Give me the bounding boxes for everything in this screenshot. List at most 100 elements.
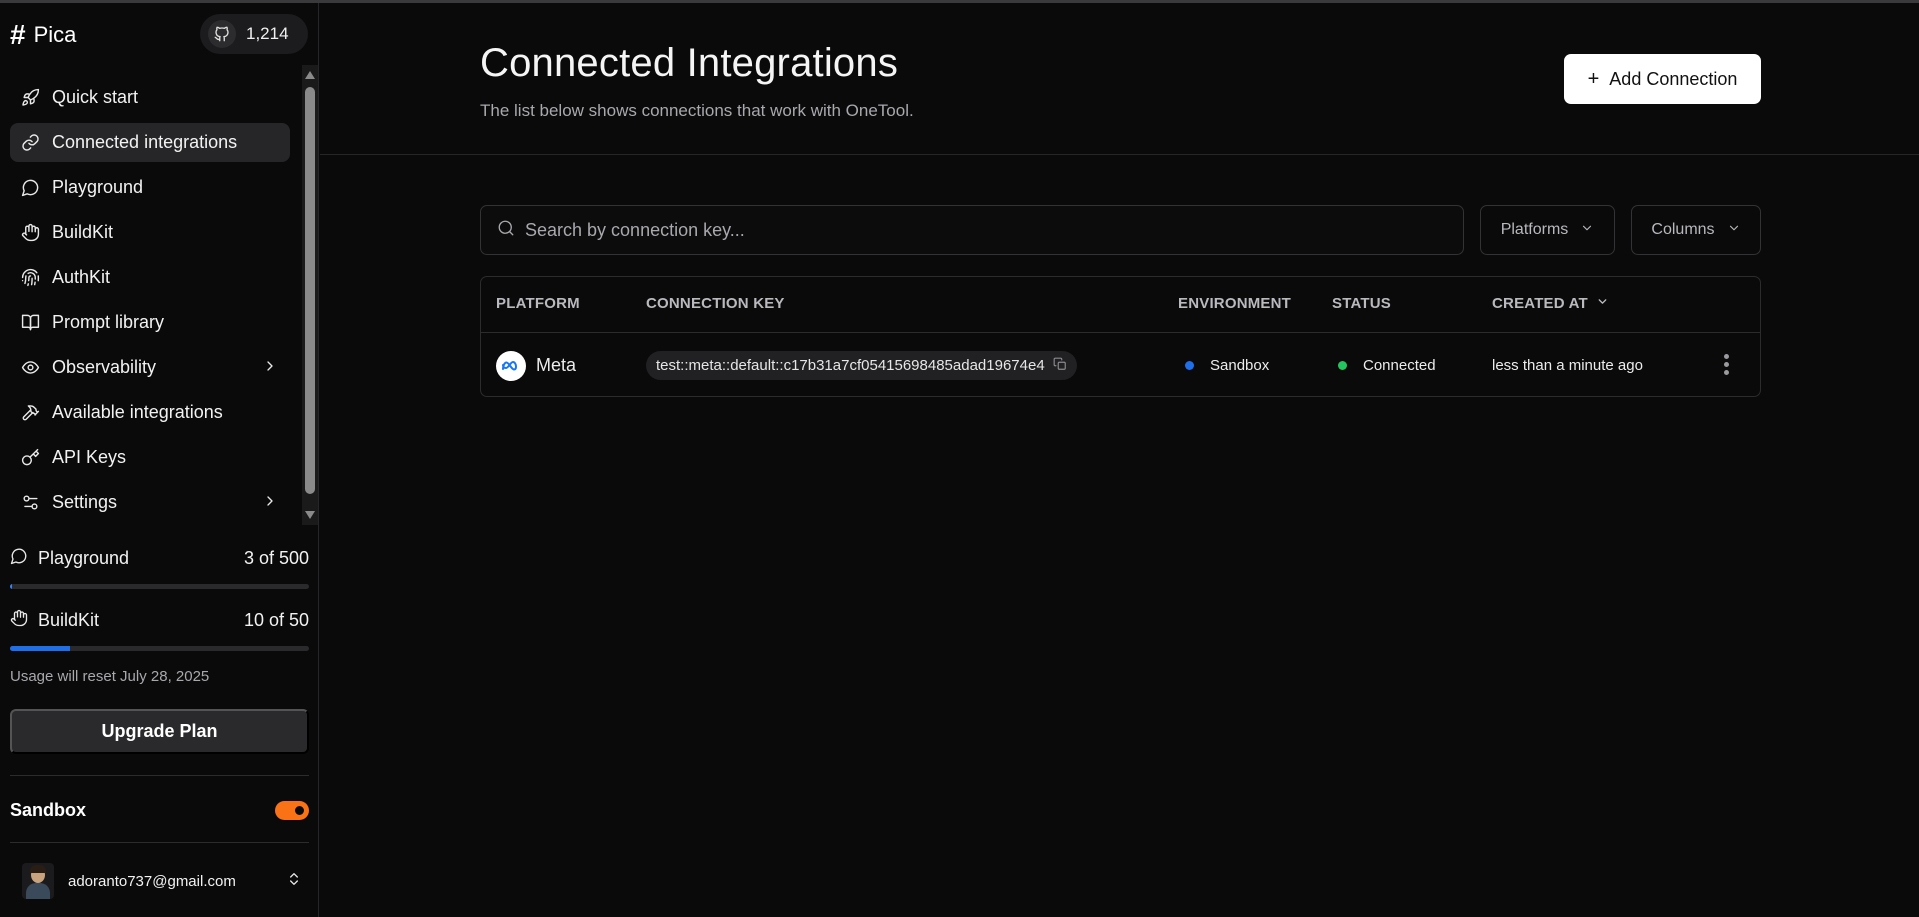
row-actions-kebab-icon[interactable] <box>1724 354 1730 375</box>
connection-key-pill[interactable]: test::meta::default::c17b31a7cf054156984… <box>646 351 1077 380</box>
tools-icon <box>20 403 40 423</box>
sidebar-item-api-keys[interactable]: API Keys <box>10 438 290 477</box>
platforms-filter-dropdown[interactable]: Platforms <box>1480 205 1615 255</box>
rocket-icon <box>20 88 40 108</box>
hand-icon <box>20 223 40 243</box>
sidebar: # Pica 1,214 Quick start Connected integ… <box>0 3 319 917</box>
search-input[interactable] <box>525 219 1425 241</box>
status-dot <box>1338 361 1347 370</box>
copy-icon[interactable] <box>1053 357 1067 375</box>
sidebar-item-label: AuthKit <box>52 267 111 287</box>
chevron-down-icon <box>1727 221 1741 240</box>
table-header: PLATFORM CONNECTION KEY ENVIRONMENT STAT… <box>481 277 1760 333</box>
environment-value: Sandbox <box>1210 357 1270 374</box>
status-value: Connected <box>1363 357 1436 374</box>
github-star-count: 1,214 <box>246 24 289 43</box>
sidebar-item-available-integrations[interactable]: Available integrations <box>10 393 290 432</box>
plus-icon: + <box>1587 68 1600 90</box>
created-at-label: CREATED AT <box>1492 295 1588 312</box>
book-open-icon <box>20 313 40 333</box>
table-row[interactable]: Meta test::meta::default::c17b31a7cf0541… <box>481 334 1760 396</box>
search-icon <box>497 219 515 242</box>
chevron-down-icon <box>1580 221 1594 240</box>
pica-logo-icon: # <box>10 19 26 50</box>
status-cell: Connected <box>1338 334 1436 396</box>
sidebar-item-label: Quick start <box>52 87 139 107</box>
sidebar-item-label: Observability <box>52 357 157 377</box>
platform-cell: Meta <box>496 334 577 396</box>
columns-filter-label: Columns <box>1651 221 1715 238</box>
sidebar-item-settings[interactable]: Settings <box>10 483 290 520</box>
scroll-down-arrow-icon[interactable] <box>305 511 315 519</box>
platform-name: Meta <box>536 355 577 375</box>
scroll-up-arrow-icon[interactable] <box>305 71 315 79</box>
sidebar-item-label: Playground <box>52 177 144 197</box>
scrollbar-thumb[interactable] <box>305 87 315 494</box>
chevron-up-down-icon <box>286 871 302 892</box>
sliders-icon <box>20 493 40 513</box>
environment-cell: Sandbox <box>1185 334 1270 396</box>
column-header-connection-key[interactable]: CONNECTION KEY <box>646 295 785 312</box>
sandbox-toggle-row: Sandbox <box>10 800 309 821</box>
sort-chevron-down-icon <box>1596 295 1609 312</box>
add-connection-button[interactable]: + Add Connection <box>1564 54 1761 104</box>
connection-key-text: test::meta::default::c17b31a7cf054156984… <box>656 357 1045 374</box>
github-stars-button[interactable]: 1,214 <box>200 14 308 54</box>
link-icon <box>20 133 40 153</box>
usage-progress-bar <box>10 646 309 651</box>
created-at-cell: less than a minute ago <box>1492 334 1643 396</box>
key-icon <box>20 448 40 468</box>
sidebar-item-label: Settings <box>52 492 118 512</box>
sidebar-item-label: Connected integrations <box>52 132 238 152</box>
page-title: Connected Integrations <box>480 41 899 85</box>
sidebar-item-label: API Keys <box>52 447 127 467</box>
meta-logo-icon <box>496 350 526 381</box>
column-header-status[interactable]: STATUS <box>1332 295 1391 312</box>
brand-name: Pica <box>33 22 77 47</box>
chevron-right-icon <box>262 493 278 514</box>
eye-icon <box>20 358 40 378</box>
user-email: adoranto737@gmail.com <box>68 872 236 890</box>
sidebar-item-label: Available integrations <box>52 402 223 422</box>
sidebar-item-observability[interactable]: Observability <box>10 348 290 387</box>
hand-icon <box>10 609 28 632</box>
main-content: Connected Integrations The list below sh… <box>320 3 1919 917</box>
github-icon <box>208 20 236 48</box>
sidebar-item-playground[interactable]: Playground <box>10 168 290 207</box>
platforms-filter-label: Platforms <box>1500 221 1569 238</box>
usage-progress-bar <box>10 584 309 589</box>
usage-label: Playground <box>38 548 130 568</box>
divider <box>10 775 309 776</box>
columns-filter-dropdown[interactable]: Columns <box>1631 205 1761 255</box>
sidebar-scrollbar[interactable] <box>302 65 318 525</box>
sidebar-item-label: Prompt library <box>52 312 165 332</box>
sandbox-label: Sandbox <box>10 800 87 820</box>
usage-value: 10 of 50 <box>243 610 309 630</box>
sidebar-nav: Quick start Connected integrations Playg… <box>0 65 300 520</box>
header-divider <box>320 154 1919 155</box>
column-header-environment[interactable]: ENVIRONMENT <box>1178 295 1291 312</box>
chevron-right-icon <box>262 358 278 379</box>
sidebar-item-quick-start[interactable]: Quick start <box>10 78 290 117</box>
usage-reset-text: Usage will reset July 28, 2025 <box>10 668 210 685</box>
search-box[interactable] <box>480 205 1464 255</box>
sidebar-item-buildkit[interactable]: BuildKit <box>10 213 290 252</box>
usage-label: BuildKit <box>38 610 100 630</box>
brand[interactable]: # Pica <box>10 21 76 49</box>
page-subtitle: The list below shows connections that wo… <box>480 101 914 120</box>
sidebar-item-authkit[interactable]: AuthKit <box>10 258 290 297</box>
column-header-platform[interactable]: PLATFORM <box>496 295 580 312</box>
usage-playground: Playground 3 of 500 <box>10 547 309 589</box>
chat-bubble-icon <box>20 178 40 198</box>
chat-bubble-icon <box>10 547 28 570</box>
upgrade-plan-button[interactable]: Upgrade Plan <box>10 709 309 754</box>
column-header-created-at[interactable]: CREATED AT <box>1492 295 1609 312</box>
divider <box>10 842 309 843</box>
sidebar-item-label: BuildKit <box>52 222 114 242</box>
user-menu[interactable]: adoranto737@gmail.com <box>22 863 302 899</box>
sandbox-toggle[interactable] <box>275 801 309 820</box>
usage-buildkit: BuildKit 10 of 50 <box>10 609 309 651</box>
sidebar-item-prompt-library[interactable]: Prompt library <box>10 303 290 342</box>
created-at-value: less than a minute ago <box>1492 357 1643 374</box>
sidebar-item-connected-integrations[interactable]: Connected integrations <box>10 123 290 162</box>
